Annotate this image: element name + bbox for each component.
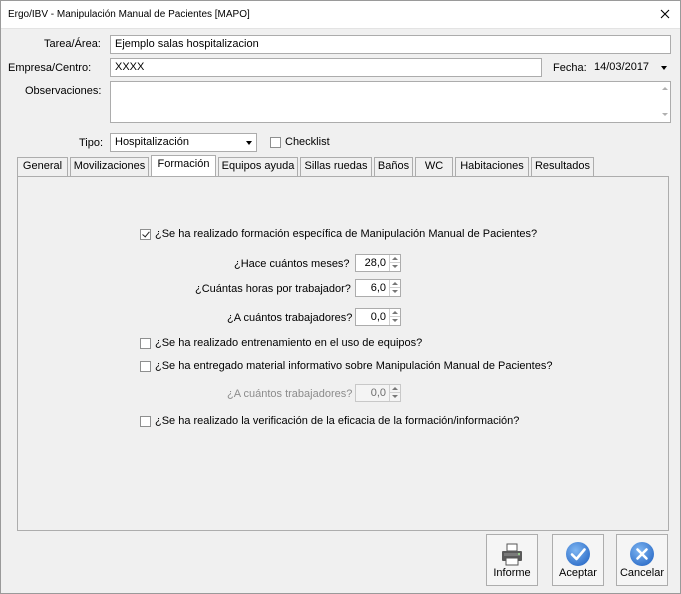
verificacion-eficacia-label: ¿Se ha realizado la verificación de la e… — [155, 415, 520, 427]
observaciones-textarea[interactable] — [110, 81, 671, 123]
trabajadores-label: ¿A cuántos trabajadores? — [227, 312, 353, 324]
scroll-down-icon[interactable] — [662, 113, 668, 116]
spin-up-icon[interactable] — [392, 311, 398, 314]
cancelar-label: Cancelar — [619, 567, 665, 579]
trabajadores-spin-buttons[interactable] — [389, 309, 400, 325]
trabajadores2-label: ¿A cuántos trabajadores? — [227, 388, 353, 400]
spin-up-icon[interactable] — [392, 282, 398, 285]
checklist-checkbox[interactable] — [270, 137, 281, 148]
title-bar: Ergo/IBV - Manipulación Manual de Pacien… — [1, 1, 680, 29]
trabajadores-value: 0,0 — [370, 311, 386, 323]
empresa-label: Empresa/Centro: — [8, 62, 92, 74]
cancelar-button[interactable]: Cancelar — [616, 534, 668, 586]
tipo-select[interactable]: Hospitalización — [110, 133, 257, 152]
spin-down-icon[interactable] — [392, 265, 398, 268]
main-window: Ergo/IBV - Manipulación Manual de Pacien… — [0, 0, 681, 594]
horas-label: ¿Cuántas horas por trabajador? — [195, 283, 351, 295]
tarea-input[interactable]: Ejemplo salas hospitalizacion — [110, 35, 671, 54]
formacion-especifica-checkbox[interactable] — [140, 229, 151, 240]
fecha-picker[interactable]: 14/03/2017 — [589, 58, 672, 77]
trabajadores2-spin-buttons[interactable] — [389, 385, 400, 401]
informe-button[interactable]: Informe — [486, 534, 538, 586]
tipo-value: Hospitalización — [115, 136, 189, 148]
trabajadores-stepper[interactable]: 0,0 — [355, 308, 401, 326]
verificacion-eficacia-checkbox[interactable] — [140, 416, 151, 427]
close-icon — [660, 9, 670, 19]
tab-wc[interactable]: WC — [415, 157, 453, 176]
entrenamiento-equipos-checkbox[interactable] — [140, 338, 151, 349]
horas-value: 6,0 — [370, 282, 386, 294]
meses-spin-buttons[interactable] — [389, 255, 400, 271]
tab-resultados[interactable]: Resultados — [531, 157, 594, 176]
meses-stepper[interactable]: 28,0 — [355, 254, 401, 272]
horas-stepper[interactable]: 6,0 — [355, 279, 401, 297]
formacion-especifica-label: ¿Se ha realizado formación específica de… — [155, 228, 538, 240]
tab-movilizaciones[interactable]: Movilizaciones — [70, 157, 149, 176]
scroll-up-icon[interactable] — [662, 87, 668, 90]
formacion-panel: ¿Se ha realizado formación específica de… — [17, 176, 669, 531]
horas-spin-buttons[interactable] — [389, 280, 400, 296]
printer-icon — [502, 543, 522, 566]
empresa-input[interactable]: XXXX — [110, 58, 542, 77]
trabajadores2-stepper[interactable]: 0,0 — [355, 384, 401, 402]
tab-equipos-ayuda[interactable]: Equipos ayuda — [218, 157, 298, 176]
tab-formacion[interactable]: Formación — [151, 155, 216, 176]
tab-general[interactable]: General — [17, 157, 68, 176]
material-informativo-checkbox[interactable] — [140, 361, 151, 372]
aceptar-label: Aceptar — [559, 567, 597, 579]
fecha-label: Fecha: — [553, 62, 587, 74]
spin-up-icon[interactable] — [392, 387, 398, 390]
observaciones-scrollbar[interactable] — [659, 82, 670, 122]
x-circle-icon — [630, 542, 654, 566]
tipo-label: Tipo: — [79, 137, 104, 149]
tab-habitaciones[interactable]: Habitaciones — [455, 157, 529, 176]
spin-down-icon[interactable] — [392, 319, 398, 322]
tarea-label: Tarea/Área: — [44, 38, 101, 50]
tab-sillas-ruedas[interactable]: Sillas ruedas — [300, 157, 372, 176]
spin-up-icon[interactable] — [392, 257, 398, 260]
chevron-down-icon — [246, 141, 252, 145]
spin-down-icon[interactable] — [392, 290, 398, 293]
meses-label: ¿Hace cuántos meses? — [234, 258, 350, 270]
spin-down-icon[interactable] — [392, 395, 398, 398]
check-circle-icon — [566, 542, 590, 566]
chevron-down-icon — [661, 66, 667, 70]
aceptar-button[interactable]: Aceptar — [552, 534, 604, 586]
trabajadores2-value: 0,0 — [370, 387, 386, 399]
meses-value: 28,0 — [364, 257, 386, 269]
fecha-value: 14/03/2017 — [594, 61, 650, 73]
close-button[interactable] — [654, 4, 676, 24]
window-title: Ergo/IBV - Manipulación Manual de Pacien… — [8, 9, 250, 20]
tab-banos[interactable]: Baños — [374, 157, 413, 176]
observaciones-label: Observaciones: — [25, 85, 102, 97]
material-informativo-label: ¿Se ha entregado material informativo so… — [155, 360, 553, 372]
informe-label: Informe — [493, 567, 531, 579]
checklist-label: Checklist — [285, 136, 330, 148]
entrenamiento-equipos-label: ¿Se ha realizado entrenamiento en el uso… — [155, 337, 423, 349]
